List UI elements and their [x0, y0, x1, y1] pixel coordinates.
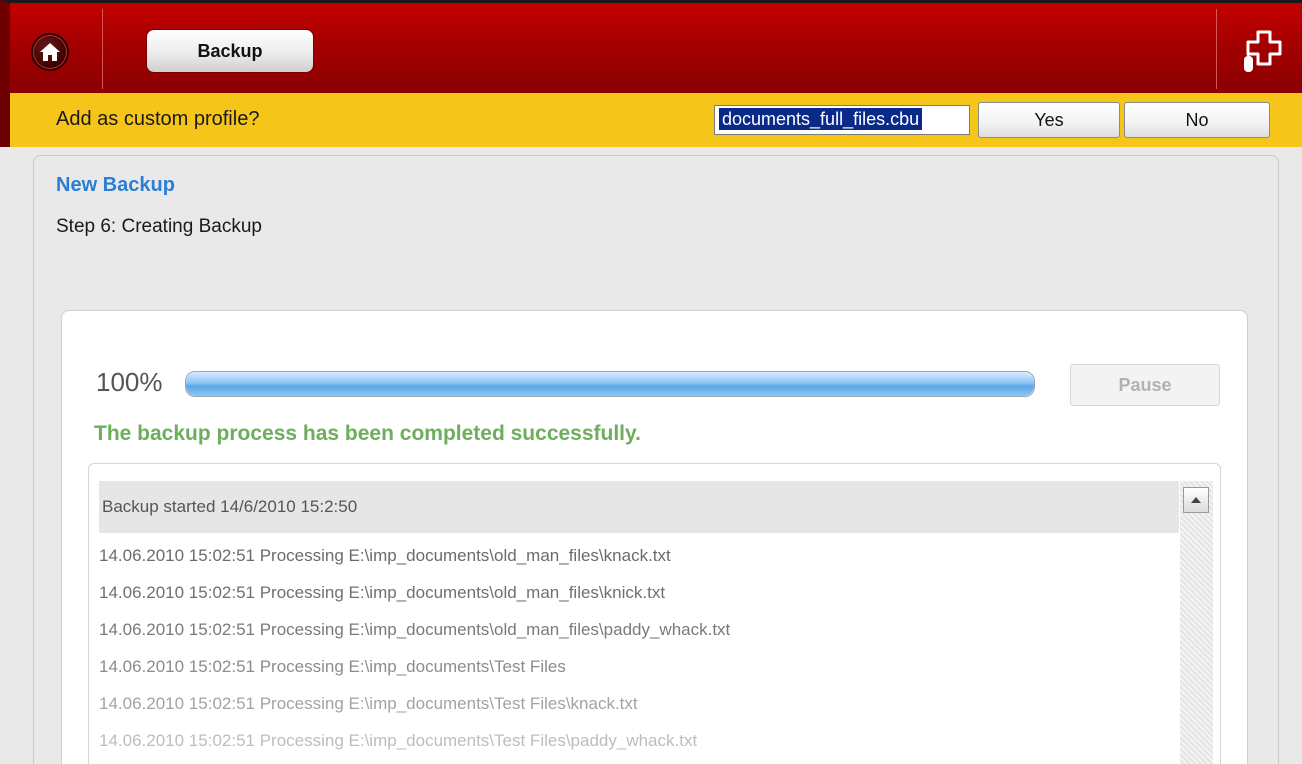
profile-name-value: documents_full_files.cbu: [719, 108, 923, 130]
page-title: New Backup: [56, 174, 175, 196]
profile-name-input[interactable]: documents_full_files.cbu: [714, 105, 970, 135]
top-toolbar: Backup: [0, 0, 1302, 93]
toolbar-divider: [1216, 9, 1217, 89]
log-line: 14.06.2010 15:02:51 Processing E:\imp_do…: [99, 546, 671, 565]
log-header: Backup started 14/6/2010 15:2:50: [99, 481, 1179, 533]
log-lines: 14.06.2010 15:02:51 Processing E:\imp_do…: [99, 537, 1174, 759]
prompt-text: Add as custom profile?: [56, 108, 260, 130]
backup-button[interactable]: Backup: [146, 29, 314, 73]
backup-window: Backup Add as custom profile? documents_…: [0, 0, 1302, 764]
log-scrollbar[interactable]: [1180, 481, 1213, 764]
progress-percent: 100%: [96, 367, 163, 397]
log-line: 14.06.2010 15:02:51 Processing E:\imp_do…: [99, 731, 698, 750]
log-line: 14.06.2010 15:02:51 Processing E:\imp_do…: [99, 694, 638, 713]
no-button[interactable]: No: [1124, 102, 1270, 138]
scroll-up-arrow-icon[interactable]: [1183, 487, 1209, 513]
backup-log[interactable]: Backup started 14/6/2010 15:2:50 14.06.2…: [88, 463, 1221, 764]
toolbar-divider: [102, 9, 103, 89]
home-icon[interactable]: [31, 33, 69, 71]
progress-fill: [186, 372, 1034, 396]
log-line: 14.06.2010 15:02:51 Processing E:\imp_do…: [99, 583, 666, 602]
progress-bar: [185, 371, 1035, 397]
new-backup-panel: New Backup Step 6: Creating Backup 100% …: [33, 155, 1279, 764]
step-label: Step 6: Creating Backup: [56, 216, 262, 237]
yes-button[interactable]: Yes: [978, 102, 1120, 138]
log-line: 14.06.2010 15:02:51 Processing E:\imp_do…: [99, 620, 731, 639]
custom-profile-prompt: Add as custom profile? documents_full_fi…: [0, 93, 1302, 147]
pause-button: Pause: [1070, 364, 1220, 406]
status-message: The backup process has been completed su…: [94, 422, 641, 445]
log-header-text: Backup started 14/6/2010 15:2:50: [102, 497, 358, 516]
log-line: 14.06.2010 15:02:51 Processing E:\imp_do…: [99, 657, 566, 676]
plug-help-icon[interactable]: [1238, 26, 1290, 78]
progress-panel: 100% Pause The backup process has been c…: [61, 310, 1248, 764]
